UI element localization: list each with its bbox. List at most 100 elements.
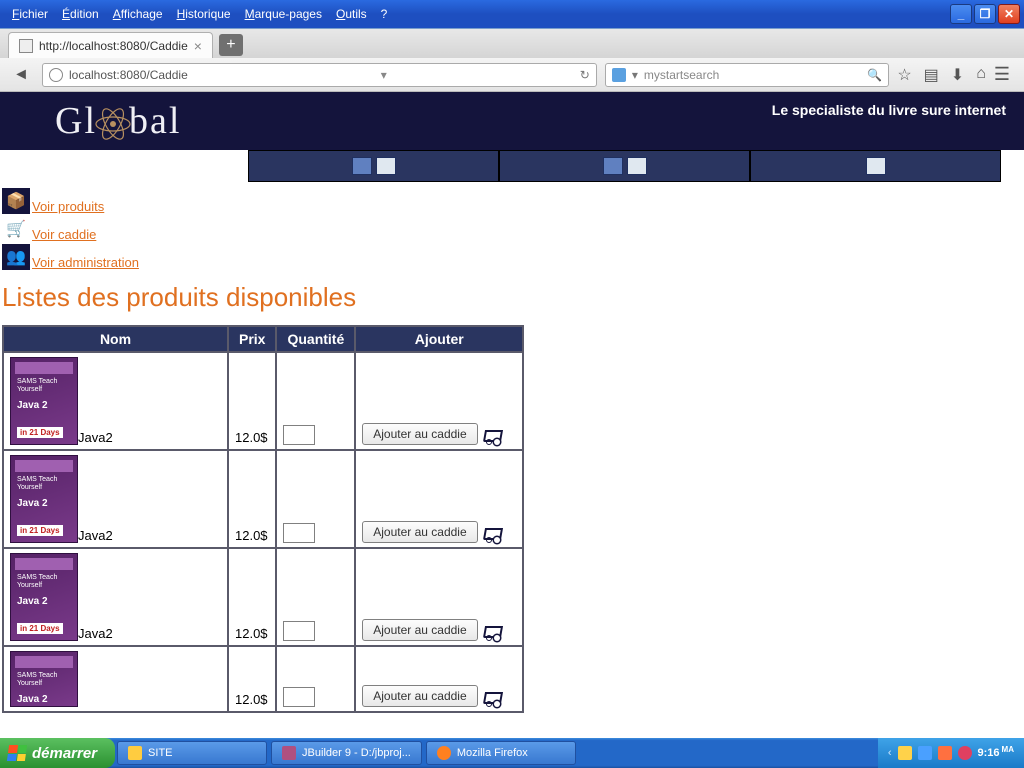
add-to-cart-button[interactable]: Ajouter au caddie [362,619,477,641]
page-favicon-icon [19,39,33,53]
new-tab-button[interactable]: + [219,34,243,56]
menu-help[interactable]: ? [381,7,388,21]
add-to-cart-button[interactable]: Ajouter au caddie [362,521,477,543]
window-maximize-button[interactable]: ❐ [974,4,996,24]
site-banner: Glbal Le specialiste du livre sure inter… [0,92,1024,150]
start-button[interactable]: démarrer [0,738,115,768]
clock[interactable]: 9:16MA [978,747,1014,759]
site-subnav [248,150,1024,182]
book-badge: in 21 Days [17,525,63,536]
windows-logo-icon [7,745,27,761]
url-bar[interactable]: localhost:8080/Caddie ▾ ↻ [42,63,597,87]
task-site[interactable]: SITE [117,741,267,765]
book-cover-icon: SAMS Teach Yourself [10,651,78,707]
add-to-cart-button[interactable]: Ajouter au caddie [362,685,477,707]
browser-tab[interactable]: http://localhost:8080/Caddie × [8,32,213,58]
book-badge: in 21 Days [17,427,63,438]
window-minimize-button[interactable]: _ [950,4,972,24]
site-identity-icon [49,68,63,82]
book-sams: SAMS Teach Yourself [17,378,77,393]
product-price: 12.0$ [228,548,276,646]
menu-edit[interactable]: Édition [62,7,99,21]
book-cover-icon: SAMS Teach Yourselfin 21 Days [10,455,78,543]
start-label: démarrer [32,745,97,762]
subnav-item-1[interactable] [248,150,499,182]
quantity-input[interactable] [283,687,315,707]
quantity-input[interactable] [283,425,315,445]
subnav-icon [376,157,396,175]
table-row: SAMS Teach Yourself 12.0$ Ajouter au cad… [3,646,523,712]
link-voir-admin[interactable]: Voir administration [32,255,139,270]
cart-mini-icon [482,622,504,640]
task-label: JBuilder 9 - D:/jbproj... [302,747,411,759]
subnav-item-3[interactable] [750,150,1001,182]
task-label: Mozilla Firefox [457,747,528,759]
col-add: Ajouter [355,326,523,352]
tray-chevron-icon[interactable]: ‹ [888,747,892,759]
home-icon[interactable]: ⌂ [976,65,986,85]
book-cover-icon: SAMS Teach Yourself in 21 Days [10,357,78,445]
cart-mini-icon [482,426,504,444]
search-bar[interactable]: ▾ mystartsearch 🔍 [605,63,889,87]
search-dropdown-icon[interactable]: ▾ [632,68,638,82]
tray-display-icon[interactable] [918,746,932,760]
link-voir-produits[interactable]: Voir produits [32,199,104,214]
link-voir-caddie[interactable]: Voir caddie [32,227,96,242]
tab-title: http://localhost:8080/Caddie [39,39,188,53]
taskbar: démarrer SITE JBuilder 9 - D:/jbproj... … [0,738,1024,768]
quantity-input[interactable] [283,621,315,641]
system-tray: ‹ 9:16MA [878,738,1024,768]
book-sams: SAMS Teach Yourself [17,672,77,687]
side-links: 📦 Voir produits 🛒 Voir caddie 👥 Voir adm… [0,182,1024,270]
task-icon [128,746,142,760]
task-icon [282,746,296,760]
reload-icon[interactable]: ↻ [580,68,590,82]
product-name: Java2 [78,626,113,641]
nav-toolbar: ◄ localhost:8080/Caddie ▾ ↻ ▾ mystartsea… [0,58,1024,92]
book-badge: in 21 Days [17,623,63,634]
tab-close-icon[interactable]: × [194,39,202,53]
col-qty: Quantité [276,326,355,352]
tray-app-icon[interactable] [938,746,952,760]
task-firefox[interactable]: Mozilla Firefox [426,741,576,765]
subnav-icon [603,157,623,175]
task-label: SITE [148,747,172,759]
downloads-icon[interactable]: ⬇ [951,65,964,85]
subnav-icon [866,157,886,175]
subnav-item-2[interactable] [499,150,750,182]
url-text: localhost:8080/Caddie [69,68,188,82]
back-button[interactable]: ◄ [8,62,34,88]
book-cover-icon: SAMS Teach Yourself in 21 Days [10,553,78,641]
atom-icon [93,105,133,143]
add-to-cart-button[interactable]: Ajouter au caddie [362,423,477,445]
menu-history[interactable]: Historique [177,7,231,21]
window-close-button[interactable]: ✕ [998,4,1020,24]
menu-file[interactable]: Fichier [12,7,48,21]
product-price: 12.0$ [228,646,276,712]
bookmark-star-icon[interactable]: ☆ [897,65,911,85]
hamburger-menu-icon[interactable]: ☰ [994,64,1016,85]
search-placeholder: mystartsearch [644,68,719,82]
dropdown-icon[interactable]: ▾ [381,68,387,82]
products-table: Nom Prix Quantité Ajouter SAMS Teach You… [2,325,524,713]
reading-list-icon[interactable]: ▤ [924,65,939,85]
firefox-icon [437,746,451,760]
window-titlebar: Fichier Édition Affichage Historique Mar… [0,0,1024,28]
quantity-input[interactable] [283,523,315,543]
menu-bookmarks[interactable]: Marque-pages [245,7,322,21]
tray-shield-icon[interactable] [898,746,912,760]
tray-alert-icon[interactable] [958,746,972,760]
menu-view[interactable]: Affichage [113,7,163,21]
product-price: 12.0$ [228,352,276,450]
cart-mini-icon [482,524,504,542]
table-row: SAMS Teach Yourselfin 21 DaysJava2 12.0$… [3,450,523,548]
book-sams: SAMS Teach Yourself [17,574,77,589]
search-provider-icon [612,68,626,82]
clock-time: 9:16 [978,747,1000,759]
subnav-icon [627,157,647,175]
menu-tools[interactable]: Outils [336,7,367,21]
search-icon[interactable]: 🔍 [867,68,882,82]
table-row: SAMS Teach Yourselfin 21 DaysJava2 12.0$… [3,352,523,450]
site-tagline: Le specialiste du livre sure internet [772,102,1006,118]
task-jbuilder[interactable]: JBuilder 9 - D:/jbproj... [271,741,422,765]
